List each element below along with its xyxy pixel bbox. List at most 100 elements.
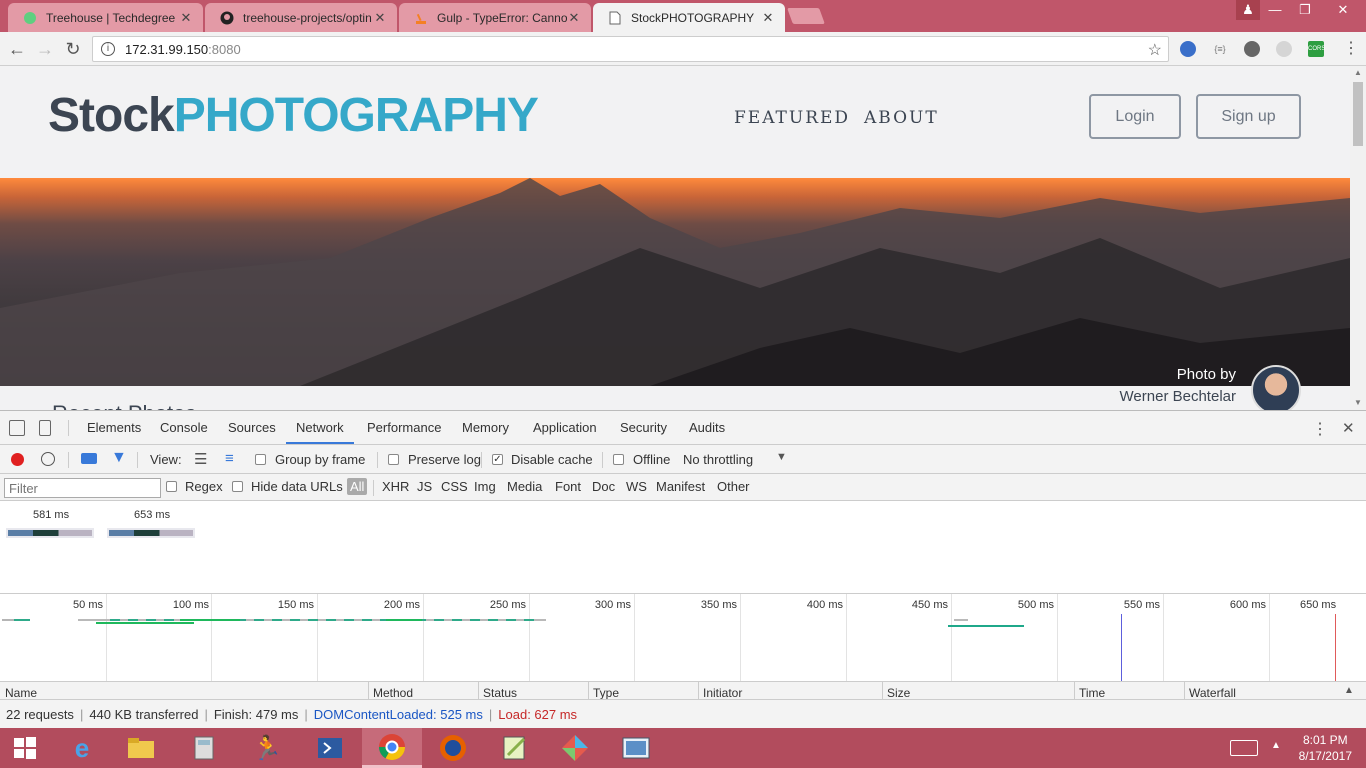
filter-funnel-icon[interactable]: ▼: [111, 449, 127, 467]
chevron-up-icon[interactable]: ▲: [1271, 740, 1281, 751]
browser-tab-treehouse[interactable]: Treehouse | Techdegree ✕: [8, 3, 203, 32]
device-toolbar-icon[interactable]: [39, 420, 51, 436]
filter-type-js[interactable]: JS: [417, 479, 432, 494]
close-icon[interactable]: ✕: [179, 10, 193, 26]
large-rows-icon[interactable]: ☰: [194, 450, 207, 468]
cors-extension-icon[interactable]: CORS: [1308, 41, 1325, 57]
firefox-icon[interactable]: [423, 728, 483, 768]
filter-type-doc[interactable]: Doc: [592, 479, 615, 494]
filter-type-img[interactable]: Img: [474, 479, 496, 494]
scroll-up-icon[interactable]: ▲: [1350, 66, 1366, 80]
globe-extension-icon[interactable]: [1180, 41, 1196, 57]
tab-security[interactable]: Security: [620, 411, 667, 444]
record-icon[interactable]: [11, 453, 24, 466]
clear-icon[interactable]: [41, 452, 55, 466]
file-explorer-icon[interactable]: [111, 728, 171, 768]
column-status[interactable]: Status: [483, 686, 517, 699]
filter-type-css[interactable]: CSS: [441, 479, 468, 494]
throttling-select[interactable]: No throttling: [683, 452, 753, 467]
tab-sources[interactable]: Sources: [228, 411, 276, 444]
signup-button[interactable]: Sign up: [1196, 94, 1301, 139]
filter-type-other[interactable]: Other: [717, 479, 750, 494]
tab-memory[interactable]: Memory: [462, 411, 509, 444]
aim-running-man-icon[interactable]: 🏃: [237, 728, 297, 768]
filter-type-ws[interactable]: WS: [626, 479, 647, 494]
calculator-icon[interactable]: [174, 728, 234, 768]
nav-about[interactable]: ABOUT: [864, 108, 939, 128]
json-extension-icon[interactable]: {≡}: [1212, 41, 1228, 57]
user-icon[interactable]: ♟: [1236, 0, 1260, 20]
gitkraken-icon[interactable]: [545, 728, 605, 768]
window-close-icon[interactable]: ✕: [1320, 0, 1366, 20]
column-method[interactable]: Method: [373, 686, 413, 699]
tab-application[interactable]: Application: [533, 411, 597, 444]
notepad-plus-plus-icon[interactable]: [485, 728, 545, 768]
waterfall-view-icon[interactable]: ≡: [225, 450, 234, 467]
forward-arrow-icon[interactable]: →: [34, 38, 56, 60]
gear-extension-icon[interactable]: [1276, 41, 1292, 57]
reload-icon[interactable]: ↻: [62, 38, 84, 60]
internet-explorer-icon[interactable]: e: [52, 728, 112, 768]
devtools-close-icon[interactable]: ✕: [1342, 419, 1355, 437]
scrollbar-thumb[interactable]: [1353, 82, 1363, 146]
column-initiator[interactable]: Initiator: [703, 686, 742, 699]
filter-type-all[interactable]: All: [347, 478, 368, 495]
filter-type-xhr[interactable]: XHR: [382, 479, 409, 494]
screenshot-thumbnail[interactable]: [6, 528, 94, 538]
powershell-icon[interactable]: [300, 728, 360, 768]
photographer-avatar[interactable]: [1251, 365, 1301, 410]
login-button[interactable]: Login: [1089, 94, 1181, 139]
sort-ascending-icon[interactable]: ▲: [1344, 685, 1354, 696]
nav-featured[interactable]: FEATURED: [734, 108, 850, 128]
column-time[interactable]: Time: [1079, 686, 1105, 699]
browser-tab-stackoverflow[interactable]: Gulp - TypeError: Cannot ✕: [399, 3, 591, 32]
offline-checkbox[interactable]: [613, 454, 624, 465]
close-icon[interactable]: ✕: [567, 10, 581, 26]
column-size[interactable]: Size: [887, 686, 910, 699]
address-bar[interactable]: i 172.31.99.150:8080 ☆: [92, 36, 1169, 62]
info-icon[interactable]: i: [101, 42, 115, 56]
inspect-element-icon[interactable]: [9, 420, 25, 436]
chrome-icon[interactable]: [362, 728, 422, 768]
menu-dots-icon[interactable]: ⋮: [1340, 38, 1362, 60]
tab-performance[interactable]: Performance: [367, 411, 441, 444]
devtools-menu-icon[interactable]: ⋮: [1312, 419, 1328, 439]
system-clock[interactable]: 8:01 PM 8/17/2017: [1299, 732, 1352, 764]
close-icon[interactable]: ✕: [373, 10, 387, 26]
tab-audits[interactable]: Audits: [689, 411, 725, 444]
column-waterfall[interactable]: Waterfall: [1189, 686, 1236, 699]
chevron-down-icon[interactable]: ▼: [776, 451, 787, 463]
back-arrow-icon[interactable]: ←: [6, 38, 28, 60]
photo-credit-name[interactable]: Werner Bechtelar: [1120, 388, 1236, 405]
regex-checkbox[interactable]: [166, 481, 177, 492]
windows-start-icon[interactable]: [0, 728, 50, 768]
filter-type-font[interactable]: Font: [555, 479, 581, 494]
settings-extension-icon[interactable]: [1244, 41, 1260, 57]
minimize-icon[interactable]: —: [1260, 0, 1290, 20]
screenshot-camera-icon[interactable]: [81, 453, 97, 464]
preserve-log-checkbox[interactable]: [388, 454, 399, 465]
scroll-down-icon[interactable]: ▼: [1350, 396, 1366, 410]
column-type[interactable]: Type: [593, 686, 619, 699]
maximize-icon[interactable]: ❐: [1290, 0, 1320, 20]
browser-tab-github[interactable]: treehouse-projects/optin ✕: [205, 3, 397, 32]
tab-network[interactable]: Network: [286, 411, 354, 444]
close-icon[interactable]: ✕: [761, 10, 775, 26]
photo-viewer-icon[interactable]: [606, 728, 666, 768]
column-name[interactable]: Name: [5, 686, 37, 699]
timeline-ruler[interactable]: 50 ms 100 ms 150 ms 200 ms 250 ms 300 ms…: [0, 593, 1366, 682]
tab-console[interactable]: Console: [160, 411, 208, 444]
filter-input[interactable]: [4, 478, 161, 498]
disable-cache-checkbox[interactable]: ✓: [492, 454, 503, 465]
tab-elements[interactable]: Elements: [87, 411, 141, 444]
browser-tab-stockphotography[interactable]: StockPHOTOGRAPHY ✕: [593, 3, 785, 32]
filter-type-manifest[interactable]: Manifest: [656, 479, 705, 494]
filter-type-media[interactable]: Media: [507, 479, 542, 494]
hide-data-urls-checkbox[interactable]: [232, 481, 243, 492]
site-logo[interactable]: StockPHOTOGRAPHY: [48, 88, 539, 143]
keyboard-icon[interactable]: [1230, 740, 1258, 756]
page-scrollbar[interactable]: ▲ ▼: [1350, 66, 1366, 410]
bookmark-star-icon[interactable]: ☆: [1148, 40, 1162, 60]
new-tab-button[interactable]: [787, 8, 825, 24]
screenshot-thumbnail[interactable]: [107, 528, 195, 538]
